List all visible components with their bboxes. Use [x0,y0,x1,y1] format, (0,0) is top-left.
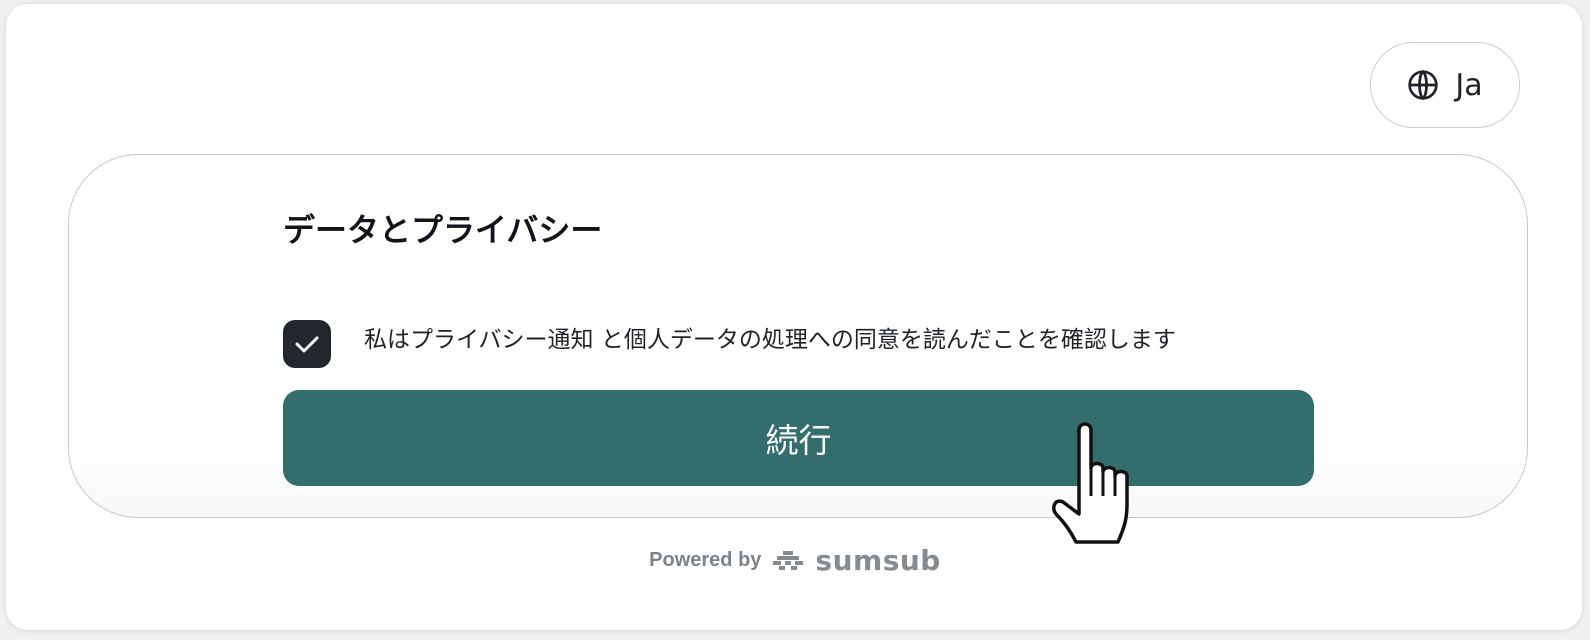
globe-icon [1408,69,1439,101]
checkmark-icon [295,336,319,353]
language-selector-button[interactable]: Ja [1370,42,1520,128]
language-label: Ja [1455,67,1483,103]
consent-label: 私はプライバシー通知 と個人データの処理への同意を読んだことを確認します [364,327,1176,353]
consent-checkbox[interactable] [283,320,331,368]
sumsub-wordmark: sumsub [815,544,941,577]
continue-button[interactable]: 続行 [283,390,1314,486]
powered-by-label: Powered by [649,549,762,571]
powered-by-footer: Powered by sumsub [0,544,1590,577]
page-title: データとプライバシー [283,211,603,249]
sumsub-logo-icon [773,550,804,570]
